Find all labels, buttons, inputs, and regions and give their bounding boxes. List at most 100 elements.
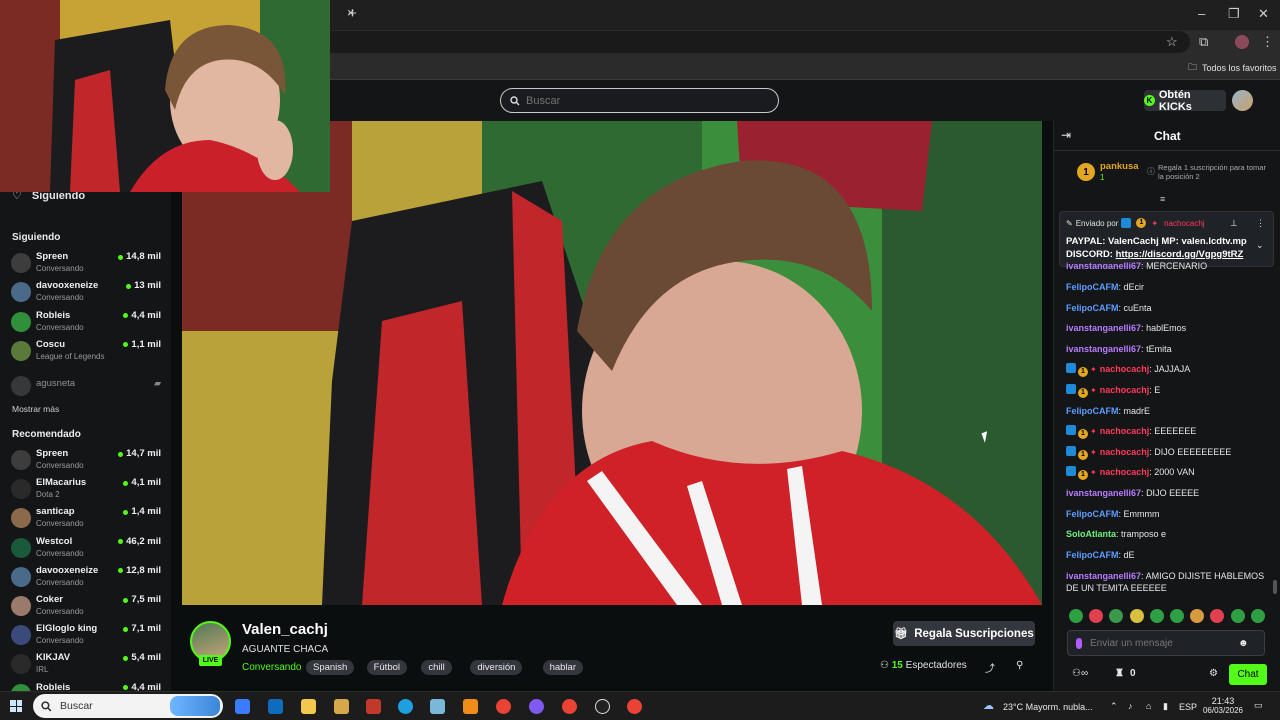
speaker-icon[interactable]: ♪: [1128, 701, 1133, 711]
search-box[interactable]: [500, 88, 779, 113]
stream-category[interactable]: Conversando: [242, 662, 301, 673]
app-icon[interactable]: [430, 699, 445, 714]
tag-3[interactable]: diversión: [470, 660, 523, 675]
streamer-name[interactable]: Valen_cachj: [242, 621, 328, 638]
discord-link[interactable]: https://discord.gg/Vgpg9tRZ: [1116, 249, 1244, 260]
star-bookmark-icon[interactable]: ☆: [1166, 35, 1178, 49]
chat-username[interactable]: nachocachj: [1100, 467, 1150, 477]
clock[interactable]: 21:43 06/03/2026: [1202, 696, 1244, 716]
tray-chevron-icon[interactable]: ⌃: [1110, 701, 1118, 712]
chat-send-button[interactable]: Chat: [1229, 664, 1267, 685]
chat-username[interactable]: nachocachj: [1100, 364, 1150, 374]
minimize-icon[interactable]: –: [1198, 7, 1205, 21]
emote-icon[interactable]: [1149, 609, 1164, 623]
chat-username[interactable]: ivanstanganelli67: [1066, 323, 1141, 333]
video-player[interactable]: [182, 121, 1042, 605]
sidebar-item-robleis[interactable]: Robleis Conversando 4,4 mil: [11, 310, 161, 338]
emoji-icon[interactable]: ☻: [1238, 638, 1249, 649]
app-icon[interactable]: [529, 699, 544, 714]
follow-user-icon[interactable]: ⚲: [1016, 660, 1023, 671]
live-dot-icon: [123, 509, 129, 515]
app-icon[interactable]: [366, 699, 381, 714]
sidebar-item-santicap[interactable]: santicap Conversando 1,4 mil: [11, 506, 161, 534]
pinned-author[interactable]: nachocachj: [1164, 219, 1204, 228]
share-icon[interactable]: ⤴: [985, 660, 995, 675]
emote-icon[interactable]: [1129, 609, 1144, 623]
show-more-link[interactable]: Mostrar más: [12, 404, 59, 414]
address-bar[interactable]: [320, 31, 1190, 53]
expand-icon[interactable]: ≡: [1160, 194, 1165, 204]
obs-icon[interactable]: [595, 699, 610, 714]
chat-username[interactable]: nachocachj: [1100, 426, 1150, 436]
sidebar-item-offline[interactable]: agusneta ▰: [11, 374, 161, 402]
chat-username[interactable]: nachocachj: [1100, 447, 1150, 457]
sidebar-item-elgloglo-king[interactable]: ElGloglo king Conversando 7,1 mil: [11, 623, 161, 651]
chat-username[interactable]: FelipoCAFM: [1066, 509, 1119, 519]
chat-message: 1 ✦ nachocachj: E: [1066, 384, 1276, 398]
chevron-down-icon[interactable]: ⌄: [1256, 240, 1264, 251]
chat-username[interactable]: FelipoCAFM: [1066, 303, 1119, 313]
collapse-chat-icon[interactable]: ⇥: [1061, 128, 1071, 142]
chat-username[interactable]: ivanstanganelli67: [1066, 344, 1141, 354]
language-indicator[interactable]: ESP: [1179, 702, 1197, 712]
sidebar-item-davooxeneize[interactable]: davooxeneize Conversando 12,8 mil: [11, 565, 161, 593]
tag-1[interactable]: Fútbol: [366, 660, 407, 675]
edge-icon[interactable]: [398, 699, 413, 714]
app-icon[interactable]: [334, 699, 349, 714]
extensions-icon[interactable]: ⧉: [1199, 35, 1208, 49]
emote-icon[interactable]: [1250, 609, 1265, 623]
sidebar-item-davooxeneize[interactable]: davooxeneize Conversando 13 mil: [11, 280, 161, 308]
close-window-icon[interactable]: ✕: [1258, 7, 1269, 21]
outlook-icon[interactable]: [268, 699, 283, 714]
sidebar-item-spreen[interactable]: Spreen Conversando 14,8 mil: [11, 251, 161, 279]
chat-username[interactable]: FelipoCAFM: [1066, 406, 1119, 416]
top-gifter-name[interactable]: pankusa: [1100, 161, 1139, 172]
sidebar-item-westcol[interactable]: Westcol Conversando 46,2 mil: [11, 536, 161, 564]
file-explorer-icon[interactable]: [301, 699, 316, 714]
user-avatar[interactable]: [1232, 90, 1253, 111]
weather-text[interactable]: 23°C Mayorm. nubla...: [1003, 702, 1093, 712]
sidebar-item-coker[interactable]: Coker Conversando 7,5 mil: [11, 594, 161, 622]
emote-icon[interactable]: [1069, 609, 1083, 623]
chat-username[interactable]: FelipoCAFM: [1066, 282, 1119, 292]
unpin-icon[interactable]: ⊥: [1230, 218, 1238, 229]
chat-username[interactable]: ivanstanganelli67: [1066, 488, 1141, 498]
profile-icon[interactable]: [1235, 35, 1249, 49]
chat-username[interactable]: ivanstanganelli67: [1066, 261, 1141, 269]
chrome-icon[interactable]: [562, 699, 577, 714]
settings-gear-icon[interactable]: ⚙: [1209, 668, 1218, 679]
new-tab-icon[interactable]: +: [348, 6, 357, 21]
chat-scrollbar[interactable]: [1273, 580, 1277, 594]
more-options-icon[interactable]: ⋮: [1256, 218, 1265, 229]
notifications-icon[interactable]: ▭: [1254, 700, 1263, 711]
chat-username[interactable]: SoloAtlanta: [1066, 529, 1116, 539]
network-icon[interactable]: ⌂: [1146, 701, 1151, 711]
mic-icon[interactable]: ▮: [1163, 701, 1168, 712]
restore-icon[interactable]: ❐: [1228, 7, 1240, 21]
sidebar-item-spreen[interactable]: Spreen Conversando 14,7 mil: [11, 448, 161, 476]
menu-icon[interactable]: ⋮: [1261, 35, 1274, 49]
sidebar-item-elmacarius[interactable]: ElMacarius Dota 2 4,1 mil: [11, 477, 161, 505]
chat-username[interactable]: nachocachj: [1100, 385, 1150, 395]
windows-start-icon[interactable]: [10, 700, 22, 712]
sidebar-item-kikjav[interactable]: KIKJAV IRL 5,4 mil: [11, 652, 161, 680]
emote-icon[interactable]: [1230, 609, 1245, 623]
tag-0[interactable]: Spanish: [306, 660, 355, 675]
sidebar-item-coscu[interactable]: Coscu League of Legends 1,1 mil: [11, 339, 161, 367]
tag-4[interactable]: hablar: [542, 660, 584, 675]
chrome-icon[interactable]: [627, 699, 642, 714]
emote-icon[interactable]: [1170, 609, 1184, 623]
copilot-icon[interactable]: [235, 699, 250, 714]
chrome-icon[interactable]: [496, 699, 511, 714]
vlc-icon[interactable]: [463, 699, 478, 714]
tag-2[interactable]: chill: [421, 660, 452, 675]
chat-input-box[interactable]: ☻: [1067, 630, 1265, 656]
gift-subs-button[interactable]: 🎁︎ Regala Suscripciones: [893, 621, 1035, 646]
chat-username[interactable]: FelipoCAFM: [1066, 550, 1119, 560]
bookmarks-folder[interactable]: 🗀 Todos los favoritos: [1188, 60, 1277, 76]
search-input[interactable]: [526, 94, 746, 107]
people-icon[interactable]: ⚇∞: [1072, 668, 1088, 679]
chat-username[interactable]: ivanstanganelli67: [1066, 571, 1141, 581]
chat-input[interactable]: [1090, 637, 1230, 649]
get-kicks-button[interactable]: K Obtén KICKs: [1144, 89, 1226, 113]
